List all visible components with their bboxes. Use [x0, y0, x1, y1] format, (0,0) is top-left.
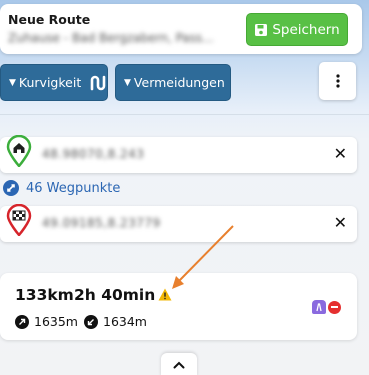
- toll-road-icon: [312, 300, 326, 314]
- caret-down-icon: ▼: [9, 77, 16, 88]
- route-link-icon: [3, 180, 19, 196]
- descent-info: 1634m: [84, 314, 147, 329]
- more-options-button[interactable]: [319, 62, 356, 100]
- ascent-info: 1635m: [15, 314, 78, 329]
- arrow-up-right-icon: [15, 314, 29, 329]
- remove-start-icon[interactable]: ✕: [334, 146, 347, 162]
- warning-triangle-icon[interactable]: [158, 288, 172, 301]
- end-waypoint-row[interactable]: 49.09185,8.23779 ✕: [0, 204, 357, 242]
- floppy-disk-icon: [255, 23, 268, 36]
- no-entry-icon: [328, 300, 341, 314]
- route-subtitle[interactable]: Zuhause - Bad Bergzabern, Pass...: [8, 31, 240, 45]
- route-planner-panel: Neue Route Zuhause - Bad Bergzabern, Pas…: [0, 0, 369, 375]
- descent-value: 1634m: [103, 314, 147, 329]
- route-badges: [312, 300, 341, 314]
- caret-down-icon: ▼: [124, 77, 131, 88]
- route-summary-card[interactable]: 133km 2h 40min 1635m 1634m: [0, 273, 357, 340]
- vertical-ellipsis-icon: [335, 74, 340, 88]
- route-header-card: Neue Route Zuhause - Bad Bergzabern, Pas…: [0, 4, 362, 54]
- end-coordinates: 49.09185,8.23779: [42, 216, 161, 230]
- start-waypoint-row[interactable]: 48.98070,8.243 ✕: [0, 135, 357, 173]
- squiggle-icon: [89, 74, 107, 92]
- avoidances-label: Vermeidungen: [133, 75, 225, 90]
- home-pin-icon: [6, 135, 32, 167]
- chevron-up-icon: [173, 361, 185, 369]
- waypoints-count-link[interactable]: 46 Wegpunkte: [3, 180, 120, 196]
- section-divider: [0, 114, 369, 115]
- save-button-label: Speichern: [272, 21, 340, 38]
- curviness-dropdown[interactable]: ▼ Kurvigkeit: [0, 64, 108, 101]
- arrow-down-left-icon: [84, 314, 98, 329]
- curviness-label: Kurvigkeit: [18, 75, 82, 90]
- finish-flag-pin-icon: [6, 204, 32, 236]
- waypoints-count-label: 46 Wegpunkte: [26, 180, 121, 196]
- route-distance: 133km: [15, 286, 74, 304]
- avoidances-dropdown[interactable]: ▼ Vermeidungen: [115, 64, 231, 101]
- save-button[interactable]: Speichern: [246, 13, 348, 46]
- route-duration: 2h 40min: [74, 286, 156, 304]
- start-coordinates: 48.98070,8.243: [42, 147, 145, 161]
- ascent-value: 1635m: [34, 314, 78, 329]
- route-title: Neue Route: [8, 12, 91, 27]
- remove-end-icon[interactable]: ✕: [334, 215, 347, 231]
- expand-panel-button[interactable]: [161, 353, 197, 375]
